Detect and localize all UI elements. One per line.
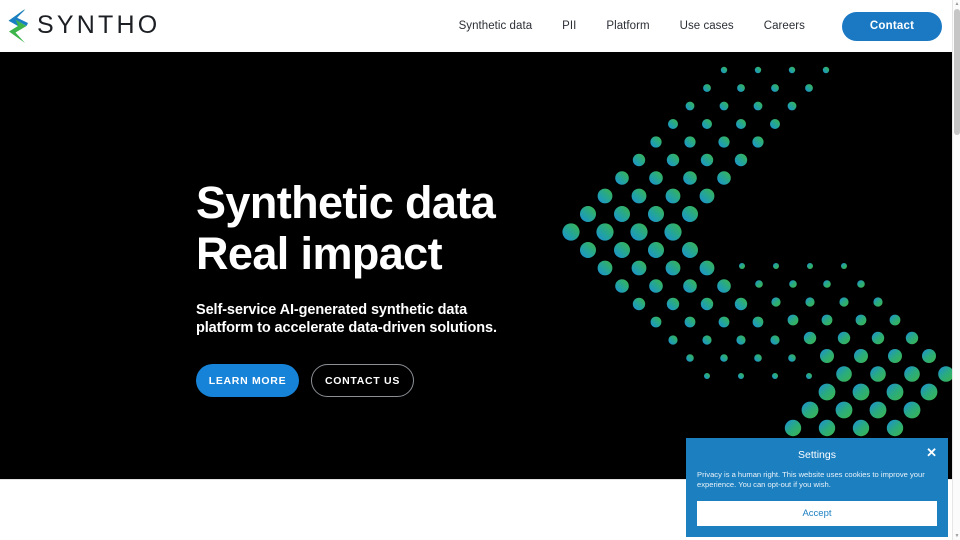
syntho-logo-icon (8, 9, 28, 43)
nav-item-synthetic-data[interactable]: Synthetic data (444, 20, 548, 32)
cookie-dialog-title: Settings (798, 449, 836, 461)
scroll-up-arrow-icon[interactable]: ▲ (953, 0, 960, 8)
nav-item-pii[interactable]: PII (547, 20, 591, 32)
site-header: SYNTHO Synthetic data PII Platform Use c… (0, 0, 952, 52)
contact-us-button[interactable]: CONTACT US (311, 364, 414, 397)
learn-more-button[interactable]: LEARN MORE (196, 364, 299, 397)
close-icon[interactable]: ✕ (926, 446, 937, 460)
scroll-down-arrow-icon[interactable]: ▼ (953, 532, 960, 540)
scrollbar-thumb[interactable] (954, 9, 960, 135)
hero-subtitle: Self-service AI-generated synthetic data… (196, 302, 497, 336)
accept-cookies-button[interactable]: Accept (697, 501, 937, 526)
brand-name: SYNTHO (37, 10, 161, 39)
hero-copy-block: Synthetic data Real impact Self-service … (196, 52, 596, 397)
cookie-dialog-header: Settings ✕ (697, 446, 937, 464)
contact-button[interactable]: Contact (842, 11, 942, 41)
browser-viewport: SYNTHO Synthetic data PII Platform Use c… (0, 0, 960, 540)
cookie-dialog-body: Privacy is a human right. This website u… (697, 470, 925, 489)
vertical-scrollbar[interactable]: ▲ ▼ (952, 0, 960, 540)
page-title: Synthetic data Real impact (196, 177, 496, 279)
nav-item-use-cases[interactable]: Use cases (665, 20, 749, 32)
nav-item-careers[interactable]: Careers (749, 20, 820, 32)
cookie-settings-dialog: Settings ✕ Privacy is a human right. Thi… (686, 438, 948, 537)
hero-button-group: LEARN MORE CONTACT US (196, 364, 596, 397)
brand-logo[interactable]: SYNTHO (6, 9, 160, 43)
main-navigation: Synthetic data PII Platform Use cases Ca… (444, 11, 952, 41)
hero-section: Synthetic data Real impact Self-service … (0, 52, 952, 479)
nav-item-platform[interactable]: Platform (591, 20, 664, 32)
